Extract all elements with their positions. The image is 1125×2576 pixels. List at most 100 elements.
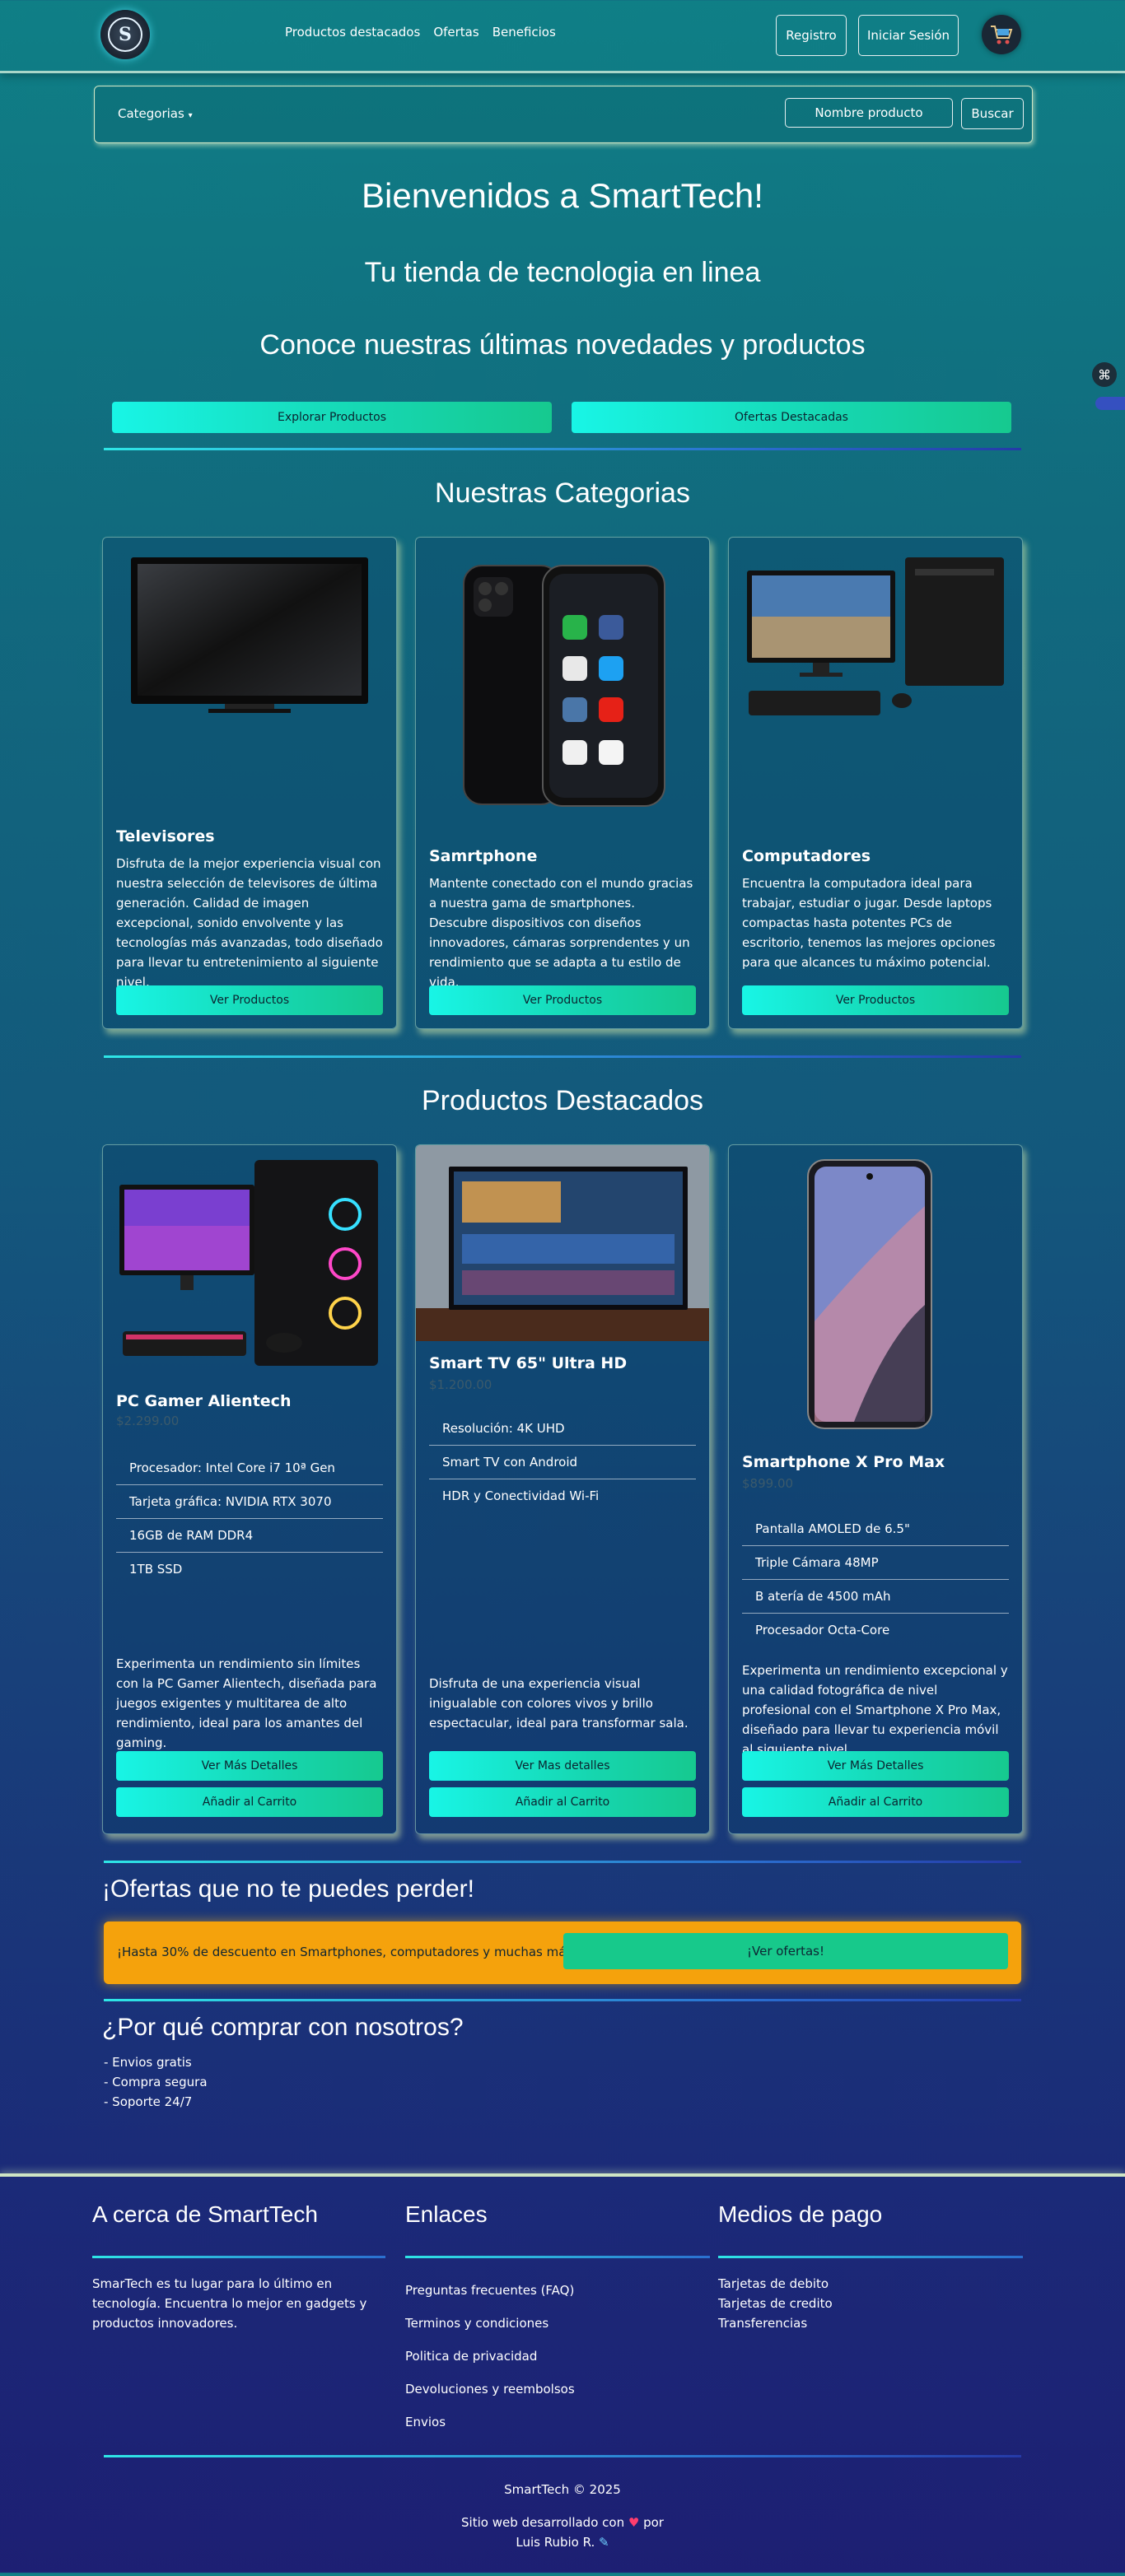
footer-about-text: SmarTech es tu lugar para lo último en t… bbox=[92, 2276, 367, 2331]
footer-link-faq[interactable]: Preguntas frecuentes (FAQ) bbox=[405, 2280, 574, 2300]
category-description: Disfruta de la mejor experiencia visual … bbox=[116, 856, 383, 990]
smartphone-image bbox=[463, 565, 665, 807]
spec-item: Resolución: 4K UHD bbox=[429, 1412, 696, 1446]
footer-divider bbox=[718, 2256, 1023, 2258]
computer-image bbox=[747, 557, 1004, 715]
footer-divider bbox=[405, 2256, 710, 2258]
footer-link-terms[interactable]: Terminos y condiciones bbox=[405, 2313, 548, 2333]
copyright: SmartTech © 2025 bbox=[504, 2482, 621, 2497]
why-title: ¿Por qué comprar con nosotros? bbox=[102, 2014, 464, 2041]
product-description: Disfruta de una experiencia visual inigu… bbox=[429, 1676, 689, 1731]
spec-item: B atería de 4500 mAh bbox=[742, 1580, 1009, 1614]
why-item: - Soporte 24/7 bbox=[104, 2094, 193, 2109]
search-button[interactable]: Buscar bbox=[961, 98, 1024, 129]
hero-title: Bienvenidos a SmartTech! bbox=[362, 176, 763, 215]
spec-item: Procesador: Intel Core i7 10ª Gen bbox=[116, 1451, 383, 1485]
footer-link-returns[interactable]: Devoluciones y reembolsos bbox=[405, 2379, 575, 2399]
categories-title: Nuestras Categorias bbox=[435, 477, 690, 509]
view-details-button[interactable]: Ver Más Detalles bbox=[742, 1751, 1009, 1781]
author-line: Luis Rubio R. ✎ bbox=[0, 2532, 1125, 2552]
payment-transfer: Transferencias bbox=[718, 2316, 808, 2331]
nav-link-offers[interactable]: Ofertas bbox=[433, 25, 478, 40]
offer-text: ¡Hasta 30% de descuento en Smartphones, … bbox=[117, 1945, 578, 1959]
spec-item: 16GB de RAM DDR4 bbox=[116, 1519, 383, 1553]
spec-item: Smart TV con Android bbox=[429, 1446, 696, 1479]
product-card-pc-gamer: PC Gamer Alientech $2.299.00 Procesador:… bbox=[102, 1144, 397, 1834]
hero-tagline: Conoce nuestras últimas novedades y prod… bbox=[259, 329, 866, 361]
caret-down-icon: ▾ bbox=[188, 111, 193, 120]
add-to-cart-button[interactable]: Añadir al Carrito bbox=[429, 1787, 696, 1817]
search-bar: Categorias ▾ Buscar bbox=[94, 86, 1033, 143]
floating-tab[interactable] bbox=[1095, 397, 1125, 410]
footer-links-title: Enlaces bbox=[405, 2201, 488, 2227]
footer: A cerca de SmartTech SmarTech es tu luga… bbox=[0, 2173, 1125, 2576]
product-specs-list: Pantalla AMOLED de 6.5" Triple Cámara 48… bbox=[742, 1512, 1009, 1647]
floating-menu-icon[interactable]: ⌘ bbox=[1092, 362, 1117, 387]
featured-title: Productos Destacados bbox=[421, 1085, 704, 1116]
category-card-smartphone: Samrtphone Mantente conectado con el mun… bbox=[415, 537, 710, 1029]
offer-banner: ¡Hasta 30% de descuento en Smartphones, … bbox=[104, 1922, 1021, 1984]
product-price: $1.200.00 bbox=[429, 1377, 492, 1392]
product-price: $899.00 bbox=[742, 1476, 794, 1491]
divider bbox=[104, 448, 1021, 450]
payment-credit: Tarjetas de credito bbox=[718, 2296, 833, 2311]
category-title: Samrtphone bbox=[429, 847, 538, 865]
product-description: Experimenta un rendimiento excepcional y… bbox=[742, 1663, 1008, 1757]
search-input[interactable] bbox=[785, 98, 953, 128]
product-title: Smart TV 65" Ultra HD bbox=[429, 1354, 628, 1372]
author-name: Luis Rubio R. bbox=[516, 2535, 595, 2550]
product-card-smart-tv: Smart TV 65" Ultra HD $1.200.00 Resoluci… bbox=[415, 1144, 710, 1834]
spec-item: Triple Cámara 48MP bbox=[742, 1546, 1009, 1580]
credit-line: Sitio web desarrollado con ♥ por bbox=[0, 2513, 1125, 2532]
footer-payment-title: Medios de pago bbox=[718, 2201, 883, 2227]
product-card-smartphone-x: Smartphone X Pro Max $899.00 Pantalla AM… bbox=[728, 1144, 1023, 1834]
divider bbox=[104, 1055, 1021, 1058]
footer-bottom-divider bbox=[104, 2455, 1021, 2457]
view-products-button[interactable]: Ver Productos bbox=[742, 985, 1009, 1015]
add-to-cart-button[interactable]: Añadir al Carrito bbox=[116, 1787, 383, 1817]
footer-link-privacy[interactable]: Politica de privacidad bbox=[405, 2346, 537, 2366]
footer-link-shipping[interactable]: Envios bbox=[405, 2412, 446, 2432]
category-card-computers: Computadores Encuentra la computadora id… bbox=[728, 537, 1023, 1029]
product-title: Smartphone X Pro Max bbox=[742, 1453, 945, 1471]
view-products-button[interactable]: Ver Productos bbox=[116, 985, 383, 1015]
add-to-cart-button[interactable]: Añadir al Carrito bbox=[742, 1787, 1009, 1817]
login-button[interactable]: Iniciar Sesión bbox=[858, 15, 959, 56]
nav-link-benefits[interactable]: Beneficios bbox=[492, 25, 556, 40]
category-card-tv: Televisores Disfruta de la mejor experie… bbox=[102, 537, 397, 1029]
view-offers-button[interactable]: ¡Ver ofertas! bbox=[563, 1933, 1008, 1969]
category-description: Mantente conectado con el mundo gracias … bbox=[429, 876, 693, 990]
credit-prefix: Sitio web desarrollado con bbox=[461, 2515, 625, 2530]
smartphone-x-image bbox=[807, 1159, 932, 1429]
credit-suffix: por bbox=[643, 2515, 664, 2530]
logo[interactable]: S bbox=[100, 10, 150, 59]
category-title: Computadores bbox=[742, 847, 871, 865]
cart-icon[interactable] bbox=[982, 15, 1021, 54]
view-products-button[interactable]: Ver Productos bbox=[429, 985, 696, 1015]
nav-link-featured[interactable]: Productos destacados bbox=[285, 25, 420, 40]
navbar: S Productos destacados Ofertas Beneficio… bbox=[0, 0, 1125, 73]
featured-offers-button[interactable]: Ofertas Destacadas bbox=[572, 402, 1011, 433]
tv-image bbox=[131, 557, 368, 713]
product-specs-list: Procesador: Intel Core i7 10ª Gen Tarjet… bbox=[116, 1451, 383, 1586]
spec-item: Tarjeta gráfica: NVIDIA RTX 3070 bbox=[116, 1485, 383, 1519]
register-button[interactable]: Registro bbox=[776, 15, 847, 56]
footer-about-title: A cerca de SmartTech bbox=[92, 2201, 318, 2227]
spec-item: Procesador Octa-Core bbox=[755, 1623, 890, 1637]
smart-tv-image bbox=[416, 1145, 709, 1341]
view-details-button[interactable]: Ver Más Detalles bbox=[116, 1751, 383, 1781]
categories-dropdown[interactable]: Categorias ▾ bbox=[118, 106, 193, 121]
heart-icon: ♥ bbox=[628, 2515, 640, 2530]
spec-item: HDR y Conectividad Wi-Fi bbox=[442, 1488, 600, 1503]
product-description: Experimenta un rendimiento sin límites c… bbox=[116, 1656, 377, 1750]
view-details-button[interactable]: Ver Mas detalles bbox=[429, 1751, 696, 1781]
product-specs-list: Resolución: 4K UHD Smart TV con Android … bbox=[429, 1412, 696, 1512]
offers-title: ¡Ofertas que no te puedes perder! bbox=[102, 1875, 474, 1903]
explore-products-button[interactable]: Explorar Productos bbox=[112, 402, 552, 433]
hero-subtitle: Tu tienda de tecnologia en linea bbox=[364, 257, 761, 288]
product-title: PC Gamer Alientech bbox=[116, 1392, 292, 1410]
why-item: - Envios gratis bbox=[104, 2055, 192, 2070]
categories-label: Categorias bbox=[118, 106, 184, 121]
why-item: - Compra segura bbox=[104, 2075, 208, 2089]
pc-gamer-image bbox=[119, 1160, 378, 1366]
